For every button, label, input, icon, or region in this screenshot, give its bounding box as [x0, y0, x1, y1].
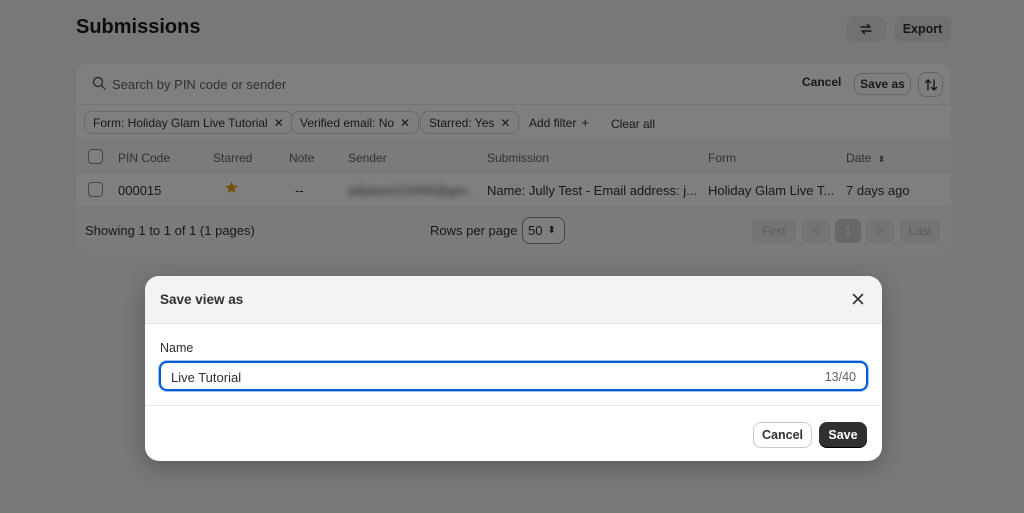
name-field-label: Name [160, 341, 194, 355]
save-view-dialog: Save view as Name 13/40 Cancel Save [145, 276, 882, 461]
dialog-footer: Cancel Save [145, 405, 882, 461]
close-icon [852, 293, 864, 305]
character-count: 13/40 [824, 370, 856, 384]
name-input[interactable] [171, 369, 771, 385]
dialog-header: Save view as [145, 276, 882, 324]
dialog-title: Save view as [160, 292, 244, 307]
save-button[interactable]: Save [819, 422, 867, 448]
close-dialog-button[interactable] [849, 290, 867, 308]
cancel-button[interactable]: Cancel [753, 422, 812, 448]
name-field[interactable]: 13/40 [159, 361, 868, 391]
